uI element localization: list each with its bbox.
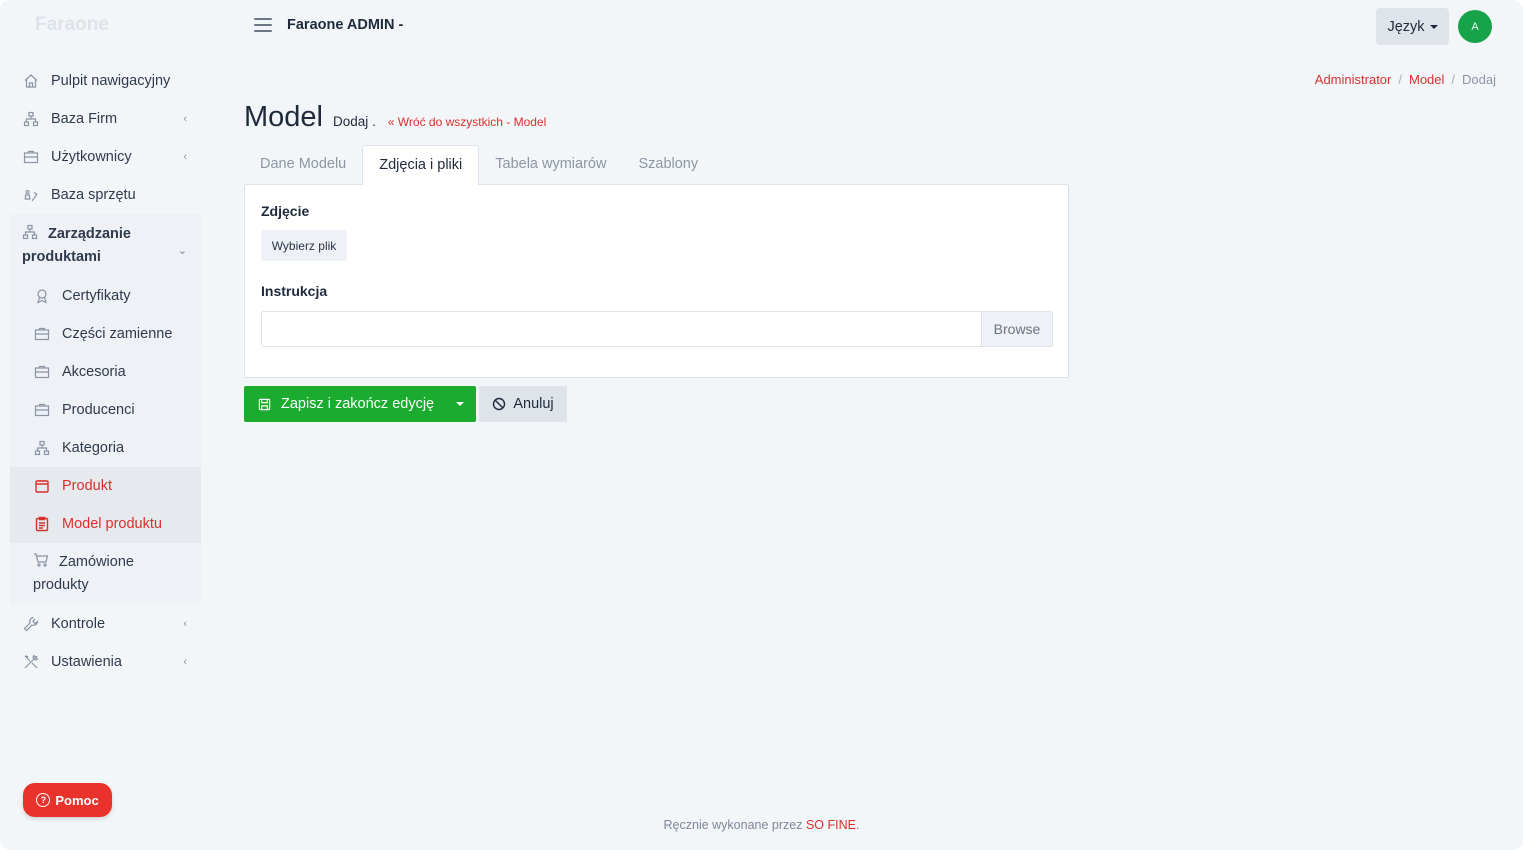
box-icon [33, 477, 51, 495]
chevron-left-icon: ‹ [183, 656, 187, 668]
tab-templates[interactable]: Szablony [622, 145, 714, 185]
sidebar-item-label: Pulpit nawigacyjny [51, 73, 171, 89]
instruction-label: Instrukcja [261, 283, 328, 299]
sidebar-item-users[interactable]: Użytkownicy ‹ [10, 138, 201, 176]
sidebar-item-label: Użytkownicy [51, 149, 132, 165]
page-header: Model Dodaj . « Wróć do wszystkich - Mod… [244, 101, 546, 134]
sidebar-item-product-model[interactable]: Model produktu [10, 505, 201, 543]
sidebar-nav: Pulpit nawigacyjny Baza Firm ‹ Użytkowni… [10, 62, 201, 681]
page-subtitle: Dodaj . [333, 114, 376, 129]
sidebar-item-label: Model produktu [62, 516, 162, 532]
footer-suffix: . [855, 818, 860, 832]
cancel-label: Anuluj [513, 396, 554, 412]
breadcrumb-current: Dodaj [1462, 72, 1496, 87]
page-title: Model [244, 101, 323, 133]
help-button[interactable]: ? Pomoc [23, 783, 112, 817]
back-to-all-link[interactable]: « Wróć do wszystkich - Model [388, 115, 547, 129]
tab-bar: Dane Modelu Zdjęcia i pliki Tabela wymia… [244, 145, 714, 185]
chevron-left-icon: ‹ [183, 151, 187, 163]
tab-dimensions-table[interactable]: Tabela wymiarów [479, 145, 622, 185]
brand-logo[interactable]: Faraone [35, 14, 109, 36]
sidebar-item-label: Części zamienne [62, 326, 173, 342]
menu-toggle-icon[interactable] [254, 18, 272, 32]
sidebar-item-label: Akcesoria [62, 364, 126, 380]
language-label: Język [1387, 18, 1425, 35]
sidebar-group-products: Zarządzanie produktami ⌄ Certyfikaty Czę… [10, 214, 201, 605]
footer: Ręcznie wykonane przez SO FINE. [0, 818, 1523, 832]
tab-model-data[interactable]: Dane Modelu [244, 145, 362, 185]
briefcase-icon [33, 401, 51, 419]
sidebar-item-label: Ustawienia [51, 654, 122, 670]
sidebar-item-spare-parts[interactable]: Części zamienne [10, 315, 201, 353]
save-options-toggle[interactable] [444, 386, 476, 422]
choose-file-button[interactable]: Wybierz plik [261, 230, 347, 261]
sitemap-icon [22, 224, 40, 240]
sidebar-item-ordered-products[interactable]: Zamówione produkty [10, 543, 201, 605]
caret-down-icon [1429, 24, 1438, 29]
sidebar-item-settings[interactable]: Ustawienia ‹ [10, 643, 201, 681]
sidebar-item-category[interactable]: Kategoria [10, 429, 201, 467]
sidebar-item-certificates[interactable]: Certyfikaty [10, 277, 201, 315]
floppy-icon [258, 398, 271, 410]
tools-icon [22, 653, 40, 671]
sitemap-icon [22, 110, 40, 128]
sidebar-item-label: Producenci [62, 402, 135, 418]
sidebar-item-label: Certyfikaty [62, 288, 131, 304]
breadcrumb-link-administrator[interactable]: Administrator [1315, 72, 1392, 87]
tab-photos-files[interactable]: Zdjęcia i pliki [362, 145, 480, 185]
avatar[interactable]: A [1458, 10, 1492, 43]
help-label: Pomoc [55, 792, 99, 808]
sidebar-item-label: Baza sprzętu [51, 187, 136, 203]
sidebar-item-product[interactable]: Produkt [10, 467, 201, 505]
home-icon [22, 72, 40, 90]
award-icon [33, 287, 51, 305]
cart-icon [33, 552, 51, 568]
sidebar-item-manufacturers[interactable]: Producenci [10, 391, 201, 429]
sidebar-item-label: Kategoria [62, 440, 125, 456]
instruction-field[interactable] [262, 312, 981, 346]
sitemap-icon [33, 439, 51, 457]
sidebar-item-accessories[interactable]: Akcesoria [10, 353, 201, 391]
sidebar-item-dashboard[interactable]: Pulpit nawigacyjny [10, 62, 201, 100]
footer-text: Ręcznie wykonane przez [663, 818, 803, 832]
sidebar-item-inspections[interactable]: Kontrole ‹ [10, 605, 201, 643]
breadcrumb-separator: / [1398, 72, 1402, 87]
chevron-down-icon: ⌄ [177, 245, 187, 257]
sidebar: Faraone Pulpit nawigacyjny Baza Firm ‹ U [0, 0, 210, 850]
caret-down-icon [456, 402, 464, 406]
cancel-button[interactable]: Anuluj [479, 386, 567, 422]
save-button-group: Zapisz i zakończ edycję [244, 386, 476, 422]
wrench-icon [22, 615, 40, 633]
clipboard-icon [33, 515, 51, 533]
sidebar-item-label: Kontrole [51, 616, 106, 632]
app-title: Faraone ADMIN - [287, 17, 404, 33]
chevron-left-icon: ‹ [183, 618, 187, 630]
app-window: Faraone Pulpit nawigacyjny Baza Firm ‹ U [0, 0, 1523, 850]
browse-button[interactable]: Browse [981, 312, 1052, 346]
chevron-left-icon: ‹ [183, 113, 187, 125]
question-icon: ? [36, 793, 51, 807]
save-and-finish-button[interactable]: Zapisz i zakończ edycję [244, 386, 444, 422]
breadcrumb: Administrator / Model / Dodaj [1315, 72, 1496, 87]
language-dropdown[interactable]: Język [1376, 8, 1449, 45]
sidebar-item-label: Baza Firm [51, 111, 118, 127]
briefcase-icon [22, 148, 40, 166]
sidebar-group-header[interactable]: Zarządzanie produktami ⌄ [10, 214, 201, 277]
sidebar-item-companies[interactable]: Baza Firm ‹ [10, 100, 201, 138]
briefcase-icon [33, 363, 51, 381]
sidebar-item-equipment[interactable]: Baza sprzętu [10, 176, 201, 214]
form-card: Zdjęcie Wybierz plik Instrukcja Browse [244, 184, 1069, 378]
photo-label: Zdjęcie [261, 203, 310, 219]
instruction-file-input[interactable]: Browse [261, 311, 1053, 347]
ban-icon [493, 397, 506, 411]
footer-brand-link[interactable]: SO FINE [806, 818, 856, 832]
equipment-icon [22, 186, 40, 204]
breadcrumb-link-model[interactable]: Model [1409, 72, 1444, 87]
breadcrumb-separator: / [1451, 72, 1456, 87]
sidebar-item-label: Produkt [62, 478, 112, 494]
briefcase-icon [33, 325, 51, 343]
save-label: Zapisz i zakończ edycję [281, 396, 435, 412]
